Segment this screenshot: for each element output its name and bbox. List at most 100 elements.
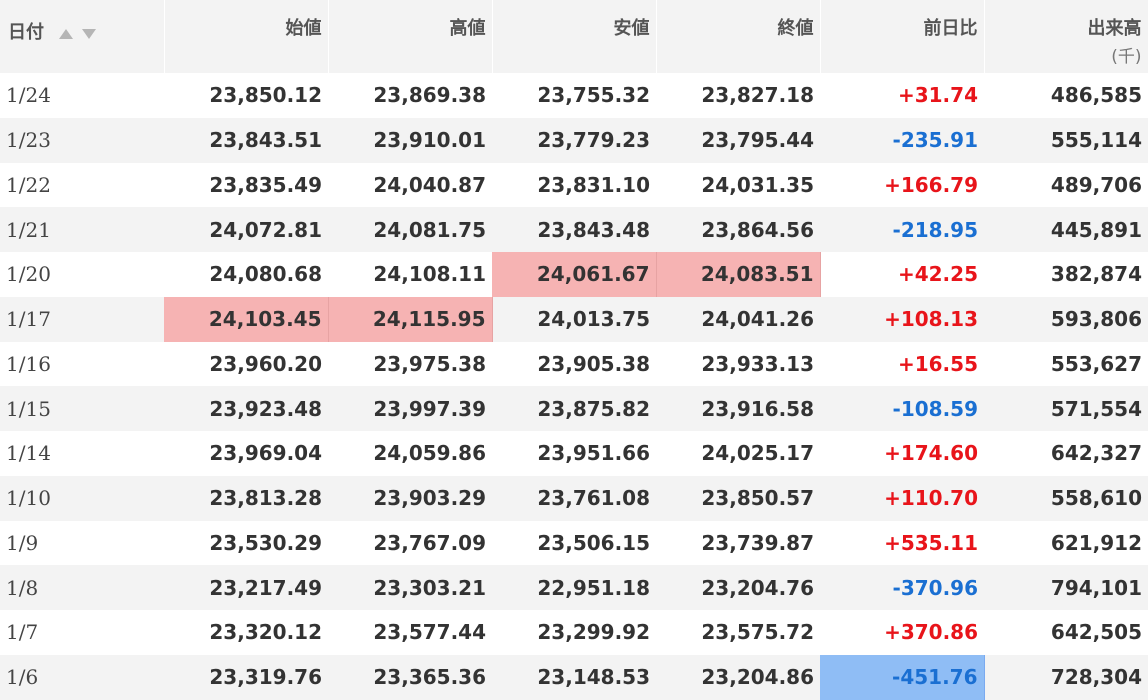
- open-cell: 23,969.04: [209, 441, 322, 466]
- high-cell: 24,059.86: [373, 441, 486, 466]
- low-cell: 22,951.18: [492, 565, 656, 610]
- date-column-header[interactable]: 日付: [0, 0, 165, 73]
- change-cell: +31.74: [897, 83, 978, 108]
- sort-asc-icon[interactable]: [58, 28, 74, 40]
- open-cell: 23,217.49: [164, 565, 328, 610]
- volume-cell: 555,114: [984, 117, 1148, 163]
- date-cell: 1/6: [0, 654, 164, 700]
- high-cell: 24,081.75: [328, 207, 492, 252]
- open-cell-highlighted: 24,103.45: [164, 296, 329, 342]
- low-cell: 23,299.92: [537, 620, 650, 645]
- table-row: 1/24 23,850.12 23,869.38 23,755.32 23,82…: [0, 73, 1148, 118]
- open-cell: 23,813.28: [164, 475, 328, 521]
- high-cell: 24,108.11: [373, 262, 486, 287]
- volume-cell: 571,554: [984, 386, 1148, 431]
- low-cell: 23,506.15: [537, 530, 650, 555]
- close-cell: 23,933.13: [701, 351, 814, 376]
- date-cell: 1/23: [0, 117, 164, 163]
- close-cell: 24,041.26: [656, 296, 820, 342]
- sort-desc-icon[interactable]: [81, 28, 97, 40]
- close-cell: 24,031.35: [701, 172, 814, 197]
- close-cell: 23,204.76: [656, 565, 820, 610]
- date-cell: 1/16: [6, 351, 51, 376]
- volume-cell: 728,304: [984, 654, 1148, 700]
- change-cell: +174.60: [884, 441, 978, 466]
- change-cell: -218.95: [820, 207, 984, 252]
- volume-cell: 642,327: [1050, 441, 1142, 466]
- table-row: 1/8 23,217.49 23,303.21 22,951.18 23,204…: [0, 565, 1148, 610]
- volume-cell: 489,706: [1050, 172, 1142, 197]
- date-cell: 1/22: [6, 172, 51, 197]
- change-cell: +166.79: [884, 172, 978, 197]
- high-cell: 23,365.36: [328, 654, 492, 700]
- date-cell: 1/14: [6, 441, 51, 466]
- close-cell: 23,827.18: [701, 83, 814, 108]
- date-cell: 1/17: [0, 296, 164, 342]
- high-column-header: 高値: [328, 0, 493, 73]
- close-cell: 23,204.86: [656, 654, 820, 700]
- volume-header-label: 出来高: [1087, 18, 1142, 39]
- change-cell: +535.11: [884, 530, 978, 555]
- volume-unit-label: (千): [1111, 47, 1142, 67]
- change-cell-highlighted: -451.76: [820, 654, 985, 700]
- change-cell: +110.70: [820, 475, 984, 521]
- table-row: 1/21 24,072.81 24,081.75 23,843.48 23,86…: [0, 207, 1148, 252]
- low-cell: 23,875.82: [492, 386, 656, 431]
- volume-cell: 621,912: [1050, 530, 1142, 555]
- close-cell-highlighted: 24,083.51: [656, 252, 821, 297]
- price-history-table: 日付 始値 高値 安値 終値 前日比 出来高 (千) 1/24 23,850.1…: [0, 0, 1148, 700]
- change-cell: -370.96: [820, 565, 984, 610]
- change-cell: +108.13: [820, 296, 984, 342]
- open-column-header: 始値: [164, 0, 329, 73]
- low-cell-highlighted: 24,061.67: [492, 252, 657, 297]
- open-cell: 23,960.20: [209, 351, 322, 376]
- close-cell: 23,739.87: [701, 530, 814, 555]
- high-cell: 24,040.87: [373, 172, 486, 197]
- open-cell: 23,923.48: [164, 386, 328, 431]
- date-cell: 1/20: [6, 262, 51, 287]
- high-cell: 23,903.29: [328, 475, 492, 521]
- close-cell: 24,025.17: [701, 441, 814, 466]
- volume-cell: 558,610: [984, 475, 1148, 521]
- sort-control[interactable]: [58, 23, 96, 44]
- high-cell: 23,577.44: [373, 620, 486, 645]
- volume-cell: 794,101: [984, 565, 1148, 610]
- change-cell: -235.91: [820, 117, 984, 163]
- open-cell: 23,530.29: [209, 530, 322, 555]
- close-cell: 23,795.44: [656, 117, 820, 163]
- table-row: 1/17 24,103.45 24,115.95 24,013.75 24,04…: [0, 296, 1148, 342]
- volume-column-header: 出来高 (千): [984, 0, 1148, 73]
- low-cell: 23,761.08: [492, 475, 656, 521]
- open-cell: 23,850.12: [209, 83, 322, 108]
- low-cell: 23,951.66: [537, 441, 650, 466]
- table-row: 1/7 23,320.12 23,577.44 23,299.92 23,575…: [0, 610, 1148, 655]
- table-row: 1/9 23,530.29 23,767.09 23,506.15 23,739…: [0, 521, 1148, 566]
- low-cell: 23,905.38: [537, 351, 650, 376]
- volume-cell: 486,585: [1050, 83, 1142, 108]
- high-cell: 23,910.01: [328, 117, 492, 163]
- date-cell: 1/10: [0, 475, 164, 521]
- change-cell: -108.59: [820, 386, 984, 431]
- date-cell: 1/7: [6, 620, 39, 645]
- change-cell: +16.55: [897, 351, 978, 376]
- date-cell: 1/15: [0, 386, 164, 431]
- date-cell: 1/9: [6, 530, 39, 555]
- low-cell: 23,831.10: [537, 172, 650, 197]
- open-cell: 23,320.12: [209, 620, 322, 645]
- close-cell: 23,575.72: [701, 620, 814, 645]
- table-header-row: 日付 始値 高値 安値 終値 前日比 出来高 (千): [0, 0, 1148, 73]
- volume-cell: 642,505: [1050, 620, 1142, 645]
- table-row: 1/20 24,080.68 24,108.11 24,061.67 24,08…: [0, 252, 1148, 297]
- high-cell: 23,767.09: [373, 530, 486, 555]
- table-row: 1/22 23,835.49 24,040.87 23,831.10 24,03…: [0, 163, 1148, 208]
- table-row: 1/15 23,923.48 23,997.39 23,875.82 23,91…: [0, 386, 1148, 431]
- volume-cell: 445,891: [984, 207, 1148, 252]
- volume-cell: 553,627: [1050, 351, 1142, 376]
- table-row: 1/6 23,319.76 23,365.36 23,148.53 23,204…: [0, 654, 1148, 700]
- volume-cell: 593,806: [984, 296, 1148, 342]
- high-cell: 23,869.38: [373, 83, 486, 108]
- close-cell: 23,916.58: [656, 386, 820, 431]
- low-column-header: 安値: [492, 0, 657, 73]
- change-column-header: 前日比: [820, 0, 985, 73]
- date-header-label: 日付: [8, 22, 44, 43]
